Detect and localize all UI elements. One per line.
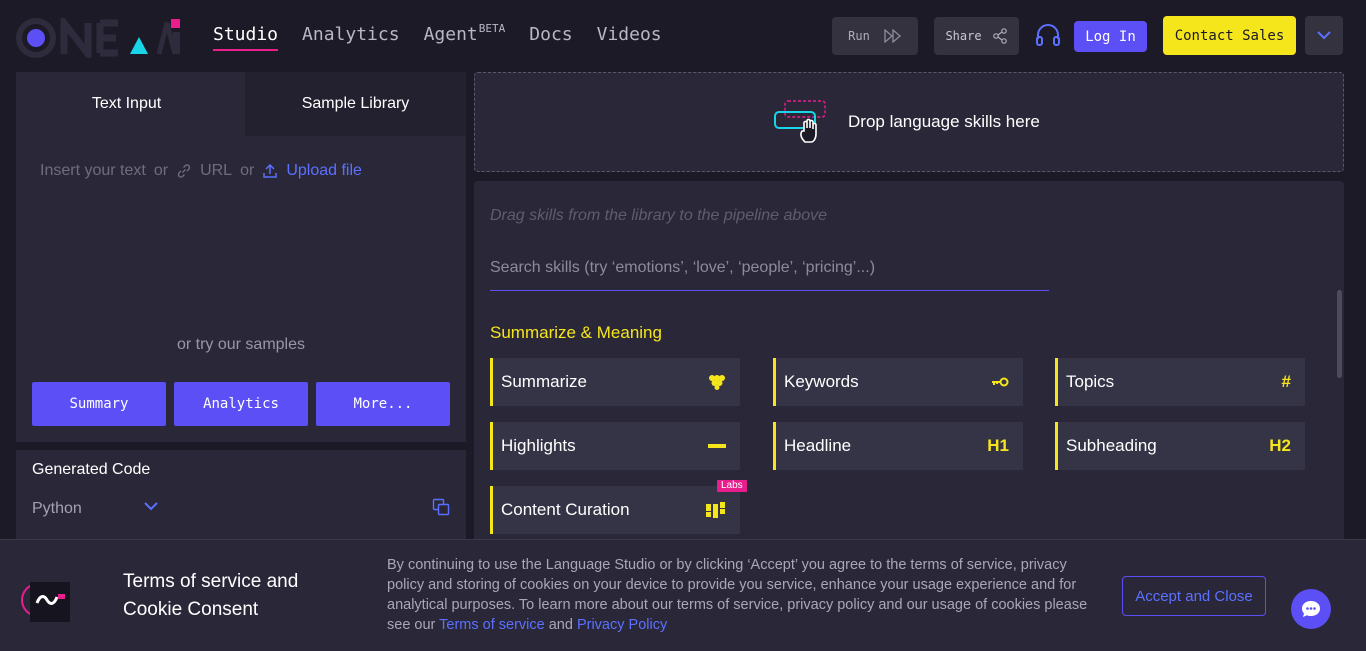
nav-agent-label: Agent — [423, 24, 478, 45]
nav-agent[interactable]: AgentBETA — [423, 22, 506, 45]
login-button[interactable]: Log In — [1074, 21, 1147, 52]
share-button[interactable]: Share — [934, 17, 1019, 55]
tab-text-input[interactable]: Text Input — [16, 72, 237, 136]
skill-label: Headline — [784, 436, 852, 455]
share-icon — [992, 28, 1007, 44]
skill-highlights[interactable]: Highlights — [490, 422, 740, 470]
terms-of-service-link[interactable]: Terms of service — [439, 617, 545, 633]
nav-docs[interactable]: Docs — [529, 24, 572, 45]
contact-sales-button[interactable]: Contact Sales — [1163, 16, 1296, 55]
skill-label: Highlights — [501, 436, 576, 455]
fast-forward-icon — [884, 29, 901, 43]
share-label: Share — [945, 29, 982, 43]
run-label: Run — [848, 29, 870, 43]
accept-and-close-button[interactable]: Accept and Close — [1122, 576, 1266, 616]
drag-hand-icon — [774, 100, 826, 143]
beta-badge: BETA — [478, 22, 506, 35]
generated-code-title: Generated Code — [32, 461, 151, 478]
chevron-down-icon[interactable] — [144, 502, 158, 511]
h1-icon: H1 — [987, 436, 1009, 455]
curation-icon — [706, 502, 725, 518]
pipeline-dropzone[interactable]: Drop language skills here — [474, 72, 1344, 172]
nav-analytics[interactable]: Analytics — [302, 24, 400, 45]
skill-label: Content Curation — [501, 500, 630, 519]
hash-icon: # — [1281, 372, 1291, 391]
oneai-mark-icon — [21, 582, 70, 622]
skill-headline[interactable]: Headline H1 — [773, 422, 1023, 470]
run-button[interactable]: Run — [832, 17, 918, 55]
skill-subheading[interactable]: Subheading H2 — [1055, 422, 1305, 470]
cookie-title: Terms of service and Cookie Consent — [123, 571, 299, 620]
chevron-down-icon — [1317, 31, 1331, 40]
sample-summary-button[interactable]: Summary — [32, 382, 166, 426]
or-text: or — [240, 162, 255, 179]
h2-icon: H2 — [1269, 436, 1291, 455]
skill-label: Topics — [1066, 372, 1115, 391]
privacy-policy-link[interactable]: Privacy Policy — [577, 617, 667, 633]
sample-analytics-button[interactable]: Analytics — [174, 382, 308, 426]
nav-videos[interactable]: Videos — [597, 24, 662, 45]
or-text: or — [153, 162, 169, 179]
text-input-area[interactable]: Insert your text or URL or Upload file — [40, 162, 362, 180]
samples-label: or try our samples — [176, 336, 306, 353]
sample-more-button[interactable]: More... — [316, 382, 450, 426]
support-headset-icon[interactable] — [1034, 22, 1062, 50]
skill-topics[interactable]: Topics # — [1055, 358, 1305, 406]
section-title: Summarize & Meaning — [490, 323, 662, 342]
skill-label: Keywords — [784, 372, 859, 391]
summarize-icon — [709, 375, 725, 390]
upload-file-link[interactable]: Upload file — [286, 162, 362, 180]
language-select[interactable]: Python — [32, 500, 82, 518]
oneai-logo[interactable] — [16, 12, 186, 65]
input-placeholder: Insert your text — [40, 162, 146, 179]
chat-button[interactable] — [1291, 589, 1331, 629]
skill-keywords[interactable]: Keywords — [773, 358, 1023, 406]
skill-summarize[interactable]: Summarize — [490, 358, 740, 406]
account-dropdown-button[interactable] — [1305, 16, 1343, 55]
cookie-text: By continuing to use the Language Studio… — [387, 555, 1107, 635]
and-text: and — [544, 617, 577, 633]
nav-studio[interactable]: Studio — [213, 24, 279, 51]
main-nav: Studio Analytics AgentBETA Docs Videos — [213, 22, 686, 51]
skill-label: Subheading — [1066, 436, 1157, 455]
chat-bubble-icon — [1302, 601, 1320, 617]
skills-scrollbar[interactable] — [1337, 290, 1342, 378]
tab-sample-library[interactable]: Sample Library — [245, 72, 466, 136]
skills-search-input[interactable]: Search skills (try ‘emotions’, ‘love’, ‘… — [490, 255, 1049, 291]
key-icon — [992, 377, 1009, 387]
skill-content-curation[interactable]: Content Curation Labs — [490, 480, 747, 534]
highlight-icon — [708, 444, 726, 448]
skill-label: Summarize — [501, 372, 587, 391]
copy-icon[interactable] — [432, 498, 450, 516]
dropzone-text: Drop language skills here — [848, 112, 1040, 131]
link-icon — [177, 164, 191, 178]
top-bar: Studio Analytics AgentBETA Docs Videos R… — [0, 0, 1366, 72]
url-button[interactable]: URL — [200, 162, 232, 180]
skills-library-panel: Drag skills from the library to the pipe… — [474, 181, 1344, 551]
skills-hint: Drag skills from the library to the pipe… — [490, 207, 828, 224]
cookie-consent-banner: Terms of service and Cookie Consent By c… — [0, 539, 1366, 651]
upload-icon — [263, 163, 278, 178]
generated-code-panel: Generated Code Python — [16, 450, 466, 545]
text-input-panel: Text Input Sample Library Insert your te… — [16, 72, 466, 442]
labs-badge: Labs — [717, 480, 747, 492]
